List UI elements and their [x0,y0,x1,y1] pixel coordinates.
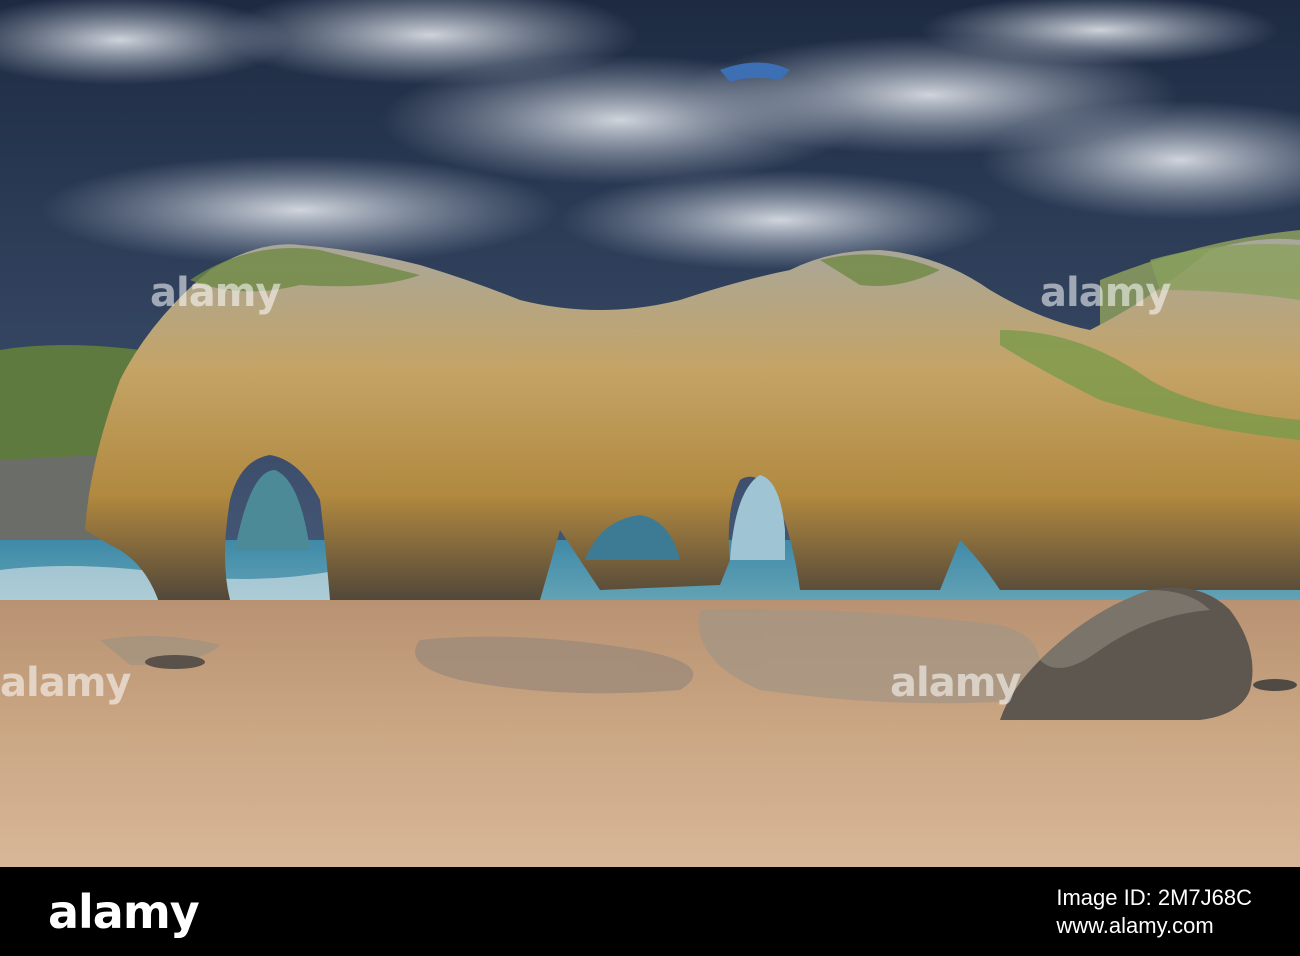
footer-bar: alamy Image ID: 2M7J68C www.alamy.com [0,867,1300,956]
footer-logo: alamy [48,884,200,939]
photo: alamy alamy alamy alamy [0,0,1300,867]
beach-scene [0,0,1300,867]
small-rock [1253,679,1297,691]
footer-id-block: Image ID: 2M7J68C www.alamy.com [1056,884,1252,940]
image-id: Image ID: 2M7J68C [1056,884,1252,910]
site-url: www.alamy.com [1056,912,1214,938]
small-rock [145,655,205,669]
